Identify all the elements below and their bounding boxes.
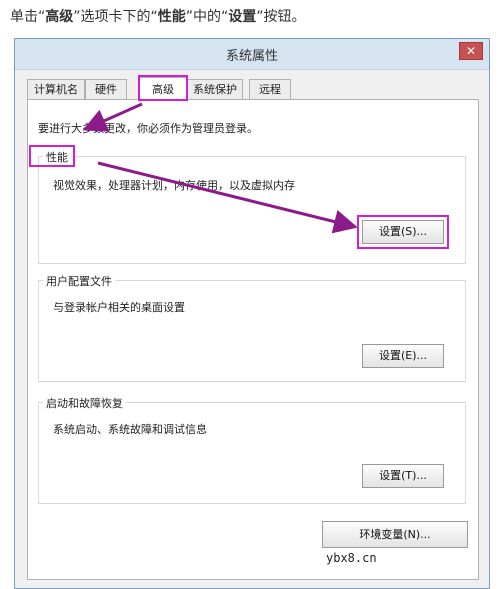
tab-advanced-highlight	[138, 75, 188, 101]
watermark: ybx8.cn	[326, 551, 377, 565]
arrow-to-settings-button	[97, 161, 358, 234]
arrow-to-performance-title	[82, 102, 143, 132]
annotation-arrows	[82, 102, 358, 234]
